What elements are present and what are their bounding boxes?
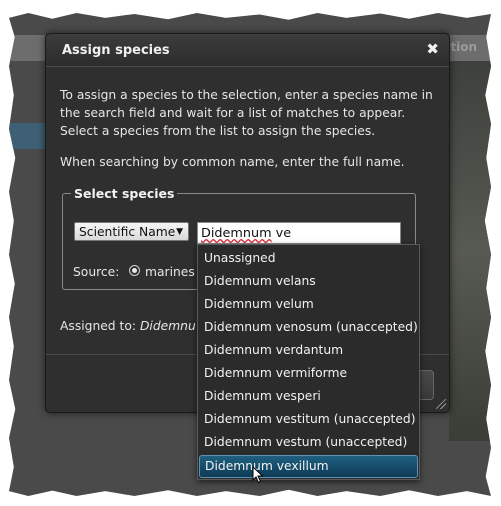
search-value-rest: ve bbox=[271, 226, 292, 241]
background-sidebar-item bbox=[9, 123, 45, 149]
dialog-titlebar: Assign species ✖ bbox=[46, 34, 449, 67]
common-name-note: When searching by common name, enter the… bbox=[60, 155, 405, 169]
suggestion-item[interactable]: Didemnum venosum (unaccepted) bbox=[198, 316, 419, 339]
suggestion-item[interactable]: Didemnum velans bbox=[198, 270, 419, 293]
source-radio[interactable] bbox=[129, 265, 140, 276]
species-suggestions-dropdown: Unassigned Didemnum velans Didemnum velu… bbox=[197, 244, 420, 480]
suggestion-item-highlighted[interactable]: Didemnum vexillum bbox=[199, 455, 418, 478]
name-type-value: Scientific Name bbox=[79, 225, 176, 239]
search-value-misspelled: Didemnum bbox=[201, 226, 272, 241]
assigned-label: Assigned to: bbox=[60, 319, 137, 333]
assigned-value: Didemnu bbox=[139, 319, 196, 333]
suggestion-item[interactable]: Didemnum vestum (unaccepted) bbox=[198, 431, 419, 454]
suggestion-item[interactable]: Unassigned bbox=[198, 247, 419, 270]
source-value: marines bbox=[145, 265, 195, 279]
suggestion-item[interactable]: Didemnum vermiforme bbox=[198, 362, 419, 385]
name-type-select[interactable]: Scientific Name ▼ bbox=[74, 222, 189, 241]
suggestion-item[interactable]: Didemnum verdantum bbox=[198, 339, 419, 362]
instructions-text: To assign a species to the selection, en… bbox=[60, 88, 433, 138]
mouse-pointer-icon bbox=[252, 466, 264, 484]
assigned-to: Assigned to: Didemnu bbox=[60, 319, 196, 333]
background-image bbox=[449, 61, 491, 441]
species-search-input[interactable]: Didemnum ve bbox=[197, 222, 401, 244]
suggestion-item[interactable]: Didemnum vestitum (unaccepted) bbox=[198, 408, 419, 431]
suggestion-item[interactable]: Didemnum vesperi bbox=[198, 385, 419, 408]
fieldset-legend: Select species bbox=[74, 186, 175, 201]
close-icon[interactable]: ✖ bbox=[426, 40, 439, 58]
chevron-down-icon: ▼ bbox=[176, 227, 183, 237]
dialog-title: Assign species bbox=[62, 43, 170, 58]
suggestion-item[interactable]: Didemnum velum bbox=[198, 293, 419, 316]
resize-grip-icon[interactable] bbox=[436, 399, 446, 409]
source-label: Source: bbox=[73, 265, 120, 279]
